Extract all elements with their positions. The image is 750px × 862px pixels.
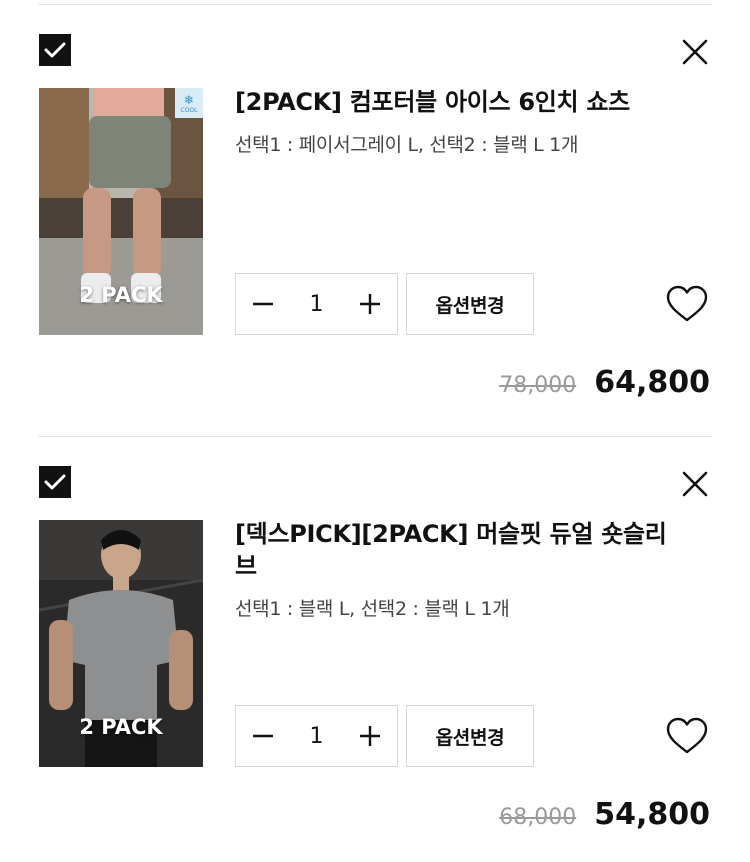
product-thumbnail[interactable]: ❄ COOL 2 PACK <box>39 88 203 335</box>
quantity-stepper: 1 <box>235 705 398 767</box>
product-title-line: [덱스PICK][2PACK] 머슬핏 듀얼 숏슬리 <box>235 520 667 548</box>
close-icon <box>682 471 708 497</box>
heart-icon <box>666 717 708 754</box>
price-row: 68,000 54,800 <box>499 797 710 832</box>
original-price: 68,000 <box>499 805 577 830</box>
svg-text:❄: ❄ <box>184 93 194 107</box>
sale-price: 64,800 <box>594 365 710 400</box>
plus-icon <box>360 294 380 314</box>
price-row: 78,000 64,800 <box>499 365 710 400</box>
decrease-quantity-button[interactable] <box>236 274 290 334</box>
product-thumbnail[interactable]: 2 PACK <box>39 520 203 767</box>
checkmark-icon <box>44 474 66 490</box>
change-option-button[interactable]: 옵션변경 <box>406 705 534 767</box>
original-price: 78,000 <box>499 373 577 398</box>
close-icon <box>682 39 708 65</box>
pack-label: 2 PACK <box>79 715 163 739</box>
plus-icon <box>360 726 380 746</box>
remove-item-button[interactable] <box>677 466 713 502</box>
product-options: 선택1 : 페이서그레이 L, 선택2 : 블랙 L 1개 <box>235 134 579 156</box>
cart-item: ❄ COOL 2 PACK [2PACK] 컴포터블 아이스 6인치 쇼츠 선택… <box>0 0 750 430</box>
cart-item: 2 PACK [덱스PICK][2PACK] 머슬핏 듀얼 숏슬리 브 선택1 … <box>0 432 750 862</box>
quantity-value: 1 <box>309 291 324 317</box>
sale-price: 54,800 <box>594 797 710 832</box>
wishlist-button[interactable] <box>665 716 709 756</box>
cool-badge: COOL <box>180 107 198 114</box>
increase-quantity-button[interactable] <box>343 706 397 766</box>
heart-icon <box>666 285 708 322</box>
minus-icon <box>253 734 273 738</box>
product-title[interactable]: [덱스PICK][2PACK] 머슬핏 듀얼 숏슬리 브 <box>235 518 710 582</box>
change-option-button[interactable]: 옵션변경 <box>406 273 534 335</box>
remove-item-button[interactable] <box>677 34 713 70</box>
product-title-line: 브 <box>235 552 257 580</box>
checkmark-icon <box>44 42 66 58</box>
pack-label: 2 PACK <box>79 283 163 307</box>
wishlist-button[interactable] <box>665 284 709 324</box>
item-select-checkbox[interactable] <box>39 466 71 498</box>
quantity-stepper: 1 <box>235 273 398 335</box>
product-title[interactable]: [2PACK] 컴포터블 아이스 6인치 쇼츠 <box>235 86 710 118</box>
minus-icon <box>253 302 273 306</box>
decrease-quantity-button[interactable] <box>236 706 290 766</box>
quantity-value: 1 <box>309 723 324 749</box>
increase-quantity-button[interactable] <box>343 274 397 334</box>
item-select-checkbox[interactable] <box>39 34 71 66</box>
product-options: 선택1 : 블랙 L, 선택2 : 블랙 L 1개 <box>235 598 510 620</box>
